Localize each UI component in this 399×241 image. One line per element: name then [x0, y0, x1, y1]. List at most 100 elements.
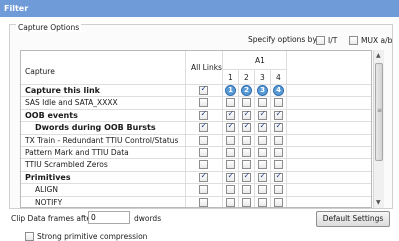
- specify-it-checkbox[interactable]: [316, 36, 325, 45]
- grid-vline: [270, 69, 271, 207]
- link-4-checkbox[interactable]: [274, 121, 283, 133]
- link-4-capture-badge[interactable]: 4: [273, 85, 284, 96]
- all-links-checkbox[interactable]: [199, 98, 208, 108]
- link-1-checkbox[interactable]: [226, 171, 235, 182]
- grid-hline: [21, 158, 371, 160]
- link-4-checkbox[interactable]: [274, 171, 283, 182]
- capture-row-label: Capture this link: [25, 86, 100, 95]
- link-3-checkbox[interactable]: [258, 135, 267, 145]
- capture-row-label: ALIGN: [35, 185, 58, 195]
- link-number-3: 3: [260, 73, 265, 82]
- link-1-checkbox[interactable]: [226, 121, 235, 133]
- link-3-capture-badge[interactable]: 3: [257, 85, 268, 96]
- specify-options-label: Specify options by:: [248, 35, 319, 44]
- grid-hline: [21, 133, 371, 135]
- capture-row-label: NOTIFY: [35, 197, 63, 207]
- link-3-checkbox[interactable]: [258, 148, 267, 157]
- link-2-checkbox[interactable]: [242, 109, 251, 120]
- grid-hline: [222, 69, 286, 70]
- capture-row-label: Dwords during OOB Bursts: [35, 123, 156, 133]
- all-links-checkbox[interactable]: [199, 185, 208, 195]
- link-1-checkbox[interactable]: [226, 160, 235, 170]
- link-2-checkbox[interactable]: [242, 148, 251, 157]
- all-links-checkbox[interactable]: [199, 171, 208, 182]
- specify-it-label: I/T: [328, 36, 338, 45]
- link-1-checkbox[interactable]: [226, 98, 235, 108]
- link-4-checkbox[interactable]: [274, 135, 283, 145]
- grid-hline: [21, 96, 371, 98]
- capture-row-label: Pattern Mark and TTIU Data: [25, 148, 129, 157]
- scroll-grip-icon: ≡: [377, 107, 383, 114]
- link-3-checkbox[interactable]: [258, 98, 267, 108]
- link-2-checkbox[interactable]: [242, 135, 251, 145]
- link-3-checkbox[interactable]: [258, 121, 267, 133]
- grid-hline: [21, 146, 371, 147]
- link-4-checkbox[interactable]: [274, 98, 283, 108]
- link-1-checkbox[interactable]: [226, 185, 235, 195]
- clip-frames-input[interactable]: [88, 211, 130, 224]
- link-3-checkbox[interactable]: [258, 171, 267, 182]
- all-links-checkbox[interactable]: [199, 160, 208, 170]
- capture-row-label: TTIU Scrambled Zeros: [25, 160, 108, 170]
- all-links-checkbox[interactable]: [199, 121, 208, 133]
- specify-mux-checkbox[interactable]: [349, 36, 358, 45]
- link-1-checkbox[interactable]: [226, 109, 235, 120]
- link-3-checkbox[interactable]: [258, 197, 267, 207]
- grid-hline: [21, 121, 371, 123]
- link-3-checkbox[interactable]: [258, 109, 267, 120]
- link-1-checkbox[interactable]: [226, 197, 235, 207]
- scroll-up-arrow-icon[interactable]: ▲: [376, 52, 381, 59]
- link-2-checkbox[interactable]: [242, 160, 251, 170]
- link-4-checkbox[interactable]: [274, 160, 283, 170]
- link-4-checkbox[interactable]: [274, 185, 283, 195]
- scroll-thumb[interactable]: ≡: [375, 63, 383, 161]
- specify-mux-label: MUX a/b: [361, 36, 393, 45]
- grid-hline: [21, 108, 371, 110]
- link-group-header: A1: [255, 56, 265, 65]
- link-2-checkbox[interactable]: [242, 171, 251, 182]
- all-links-checkbox[interactable]: [199, 197, 208, 207]
- grid-hline: [21, 183, 371, 185]
- default-settings-button[interactable]: Default Settings: [316, 211, 390, 227]
- all-links-checkbox[interactable]: [199, 109, 208, 120]
- link-1-capture-badge[interactable]: 1: [225, 85, 236, 96]
- grid-vline: [254, 69, 255, 207]
- link-3-checkbox[interactable]: [258, 160, 267, 170]
- scroll-down-arrow-icon[interactable]: ▼: [376, 199, 381, 206]
- link-2-capture-badge[interactable]: 2: [241, 85, 252, 96]
- capture-grid: Capture All Links A1 1 2 3 4 Capture thi…: [20, 50, 372, 208]
- all-links-checkbox[interactable]: [199, 148, 208, 157]
- capture-column-header: Capture: [25, 67, 55, 76]
- clip-unit-label: dwords: [134, 214, 162, 223]
- clip-frames-label: Clip Data frames after: [11, 214, 95, 223]
- grid-vline: [222, 51, 223, 207]
- grid-hline: [21, 84, 371, 85]
- link-number-4: 4: [276, 73, 281, 82]
- link-3-checkbox[interactable]: [258, 185, 267, 195]
- link-2-checkbox[interactable]: [242, 185, 251, 195]
- capture-row-label: OOB events: [25, 110, 78, 120]
- all-links-column-header: All Links: [191, 63, 222, 72]
- capture-row-label: Primitives: [25, 172, 71, 182]
- capture-row-label: TX Train - Redundant TTIU Control/Status: [25, 135, 179, 145]
- grid-hline: [21, 195, 371, 197]
- link-number-2: 2: [244, 73, 249, 82]
- grid-vline: [238, 69, 239, 207]
- all-links-checkbox[interactable]: [199, 135, 208, 145]
- grid-vline: [286, 51, 287, 207]
- grid-vline: [185, 51, 186, 207]
- link-4-checkbox[interactable]: [274, 148, 283, 157]
- link-number-1: 1: [228, 73, 233, 82]
- link-1-checkbox[interactable]: [226, 135, 235, 145]
- link-4-checkbox[interactable]: [274, 109, 283, 120]
- capture-options-label: Capture Options: [16, 23, 82, 32]
- window-title: Filter: [0, 0, 399, 17]
- link-4-checkbox[interactable]: [274, 197, 283, 207]
- link-2-checkbox[interactable]: [242, 197, 251, 207]
- link-2-checkbox[interactable]: [242, 98, 251, 108]
- all-links-checkbox[interactable]: [199, 84, 208, 95]
- capture-row-label: SAS Idle and SATA_XXXX: [25, 98, 118, 108]
- link-1-checkbox[interactable]: [226, 148, 235, 157]
- link-2-checkbox[interactable]: [242, 121, 251, 133]
- grid-scrollbar[interactable]: ▲ ≡ ▼: [373, 50, 384, 208]
